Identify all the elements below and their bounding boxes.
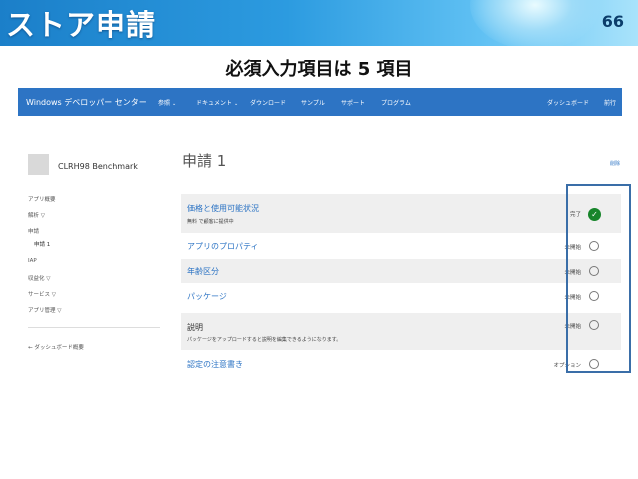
submission-row-certification-notes[interactable]: 認定の注意書き オプション xyxy=(181,352,621,376)
row-label[interactable]: パッケージ xyxy=(187,291,227,302)
app-tile-image xyxy=(28,154,49,175)
top-navbar: Windows デベロッパー センター 参照 ⌄ ドキュメント ⌄ ダウンロード サ… xyxy=(18,88,622,116)
submission-row-packages[interactable]: パッケージ 未開始 xyxy=(181,284,621,308)
back-to-dashboard-link[interactable]: ← ダッシュボード概要 xyxy=(28,343,84,351)
submission-row-app-properties[interactable]: アプリのプロパティ 未開始 xyxy=(181,234,621,258)
chevron-down-icon: ⌄ xyxy=(172,101,177,107)
row-label[interactable]: 年齢区分 xyxy=(187,266,219,277)
row-label[interactable]: 認定の注意書き xyxy=(187,359,243,370)
row-subtext: 無料 で顧客に提供中 xyxy=(187,219,234,225)
sidebar: CLRH98 Benchmark アプリ概要 解析 ▽ 申請 申請 1 IAP … xyxy=(18,116,166,388)
slide-header: ストア申請 66 xyxy=(0,0,638,46)
row-label: 説明 xyxy=(187,323,203,332)
app-name: CLRH98 Benchmark xyxy=(58,162,138,171)
nav-user-menu[interactable]: 前行 xyxy=(604,98,616,107)
nav-item-docs[interactable]: ドキュメント ⌄ xyxy=(196,98,238,107)
nav-item-support[interactable]: サポート xyxy=(341,98,365,107)
submission-row-description: 説明 パッケージをアップロードすると説明を編集できるようになります。 未開始 xyxy=(181,313,621,350)
nav-item-downloads[interactable]: ダウンロード xyxy=(250,98,286,107)
header-glow xyxy=(470,0,600,46)
sidebar-item-app-management[interactable]: アプリ管理 ▽ xyxy=(28,306,61,314)
navbar-brand[interactable]: Windows デベロッパー センター xyxy=(26,97,147,108)
sidebar-item-iap[interactable]: IAP xyxy=(28,258,37,264)
chevron-down-icon: ⌄ xyxy=(234,101,239,107)
submission-row-pricing[interactable]: 価格と使用可能状況 無料 で顧客に提供中 完了 ✓ xyxy=(181,194,621,233)
dev-center-screenshot: Windows デベロッパー センター 参照 ⌄ ドキュメント ⌄ ダウンロード サ… xyxy=(18,88,622,388)
delete-link[interactable]: 削除 xyxy=(610,160,620,167)
sidebar-item-submission-1[interactable]: 申請 1 xyxy=(34,240,50,248)
row-label[interactable]: アプリのプロパティ xyxy=(187,241,259,252)
sidebar-item-app-overview[interactable]: アプリ概要 xyxy=(28,195,56,203)
submission-row-age-rating[interactable]: 年齢区分 未開始 xyxy=(181,259,621,283)
sidebar-divider xyxy=(28,327,160,328)
nav-item-browse[interactable]: 参照 ⌄ xyxy=(158,98,176,107)
nav-item-programs[interactable]: プログラム xyxy=(381,98,411,107)
sidebar-item-submissions[interactable]: 申請 xyxy=(28,227,39,235)
row-label[interactable]: 価格と使用可能状況 xyxy=(187,203,259,214)
status-highlight-box xyxy=(566,184,631,373)
row-subtext: パッケージをアップロードすると説明を編集できるようになります。 xyxy=(187,337,342,343)
page-title: 申請 1 xyxy=(182,152,227,170)
sidebar-item-analytics[interactable]: 解析 ▽ xyxy=(28,211,45,219)
nav-item-samples[interactable]: サンプル xyxy=(301,98,325,107)
slide-title: ストア申請 xyxy=(6,8,157,42)
sidebar-item-monetize[interactable]: 収益化 ▽ xyxy=(28,274,50,282)
nav-item-dashboard[interactable]: ダッシュボード xyxy=(547,98,589,107)
sidebar-item-services[interactable]: サービス ▽ xyxy=(28,290,56,298)
slide-number: 66 xyxy=(601,12,624,31)
slide-subtitle: 必須入力項目は 5 項目 xyxy=(225,59,413,80)
